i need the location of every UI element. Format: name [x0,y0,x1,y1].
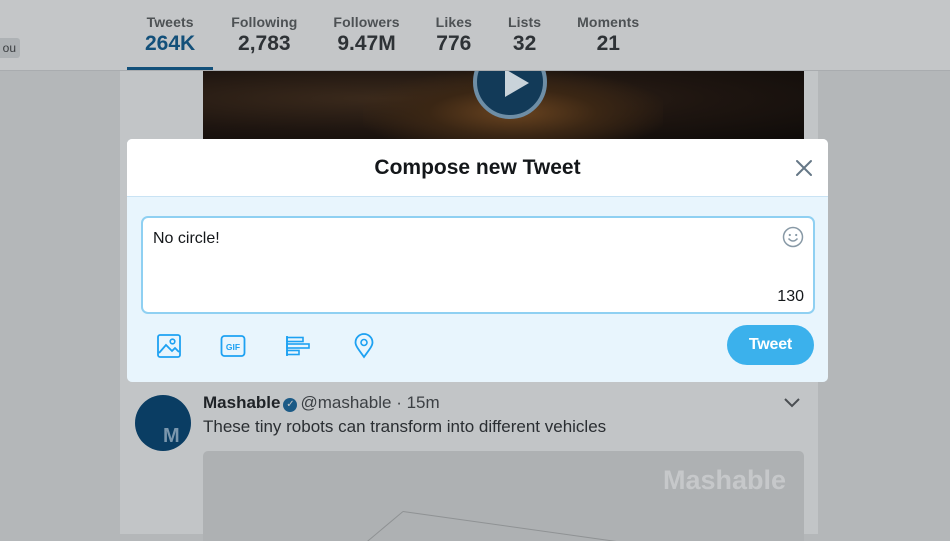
compose-tweet-modal: Compose new Tweet No circle! 130 GIF Twe… [127,139,828,382]
tweet-media[interactable]: Mashable [203,451,804,541]
stat-label: Moments [577,14,640,30]
image-icon[interactable] [155,332,183,360]
stat-moments[interactable]: Moments 21 [559,0,657,70]
stat-lists[interactable]: Lists 32 [490,0,559,70]
author-name[interactable]: Mashable [203,393,280,412]
media-detail [341,511,404,541]
emoji-icon[interactable] [782,226,804,248]
left-edge-button[interactable]: ou [0,38,20,58]
stat-value: 9.47M [337,32,396,55]
close-icon[interactable] [793,157,815,179]
stat-value: 264K [145,32,196,55]
tweet-textarea[interactable]: No circle! 130 [141,216,815,314]
stat-label: Likes [435,14,472,30]
media-detail [402,511,730,541]
verified-badge-icon: ✓ [283,398,298,412]
tweet-header: Mashable ✓ @mashable · 15m [203,393,440,413]
stat-label: Followers [333,14,400,30]
character-counter: 130 [777,288,804,305]
profile-nav-bar: ou Tweets 264K Following 2,783 Followers… [0,0,950,71]
tweet-time[interactable]: 15m [407,393,440,412]
gif-label: GIF [226,342,240,352]
separator: · [396,393,402,412]
profile-stats: Tweets 264K Following 2,783 Followers 9.… [127,0,657,70]
tweet-button[interactable]: Tweet [727,325,814,365]
stat-label: Following [231,14,298,30]
location-icon[interactable] [350,332,378,360]
author-handle[interactable]: @mashable [300,393,391,412]
stat-followers[interactable]: Followers 9.47M [315,0,417,70]
video-thumbnail[interactable] [203,71,804,140]
stat-label: Tweets [146,14,194,30]
stat-label: Lists [507,14,542,30]
stat-value: 2,783 [238,32,291,55]
stat-likes[interactable]: Likes 776 [418,0,490,70]
stat-value: 776 [436,32,472,55]
modal-title: Compose new Tweet [374,156,581,179]
avatar[interactable]: M [135,395,191,451]
gif-icon[interactable]: GIF [219,332,247,360]
chevron-down-icon[interactable] [784,393,800,413]
stat-tweets[interactable]: Tweets 264K [127,0,214,70]
poll-icon[interactable] [284,332,312,360]
tweet-text: These tiny robots can transform into dif… [203,417,607,436]
stat-following[interactable]: Following 2,783 [213,0,315,70]
avatar-letter: M [163,425,180,447]
media-watermark: Mashable [662,465,786,495]
tweet-text-value[interactable]: No circle! [153,230,220,248]
timeline-tweet[interactable]: M Mashable ✓ @mashable · 15m These tiny ro… [120,387,818,541]
modal-header: Compose new Tweet [127,139,828,197]
stat-value: 32 [512,32,537,55]
stat-value: 21 [596,32,620,55]
